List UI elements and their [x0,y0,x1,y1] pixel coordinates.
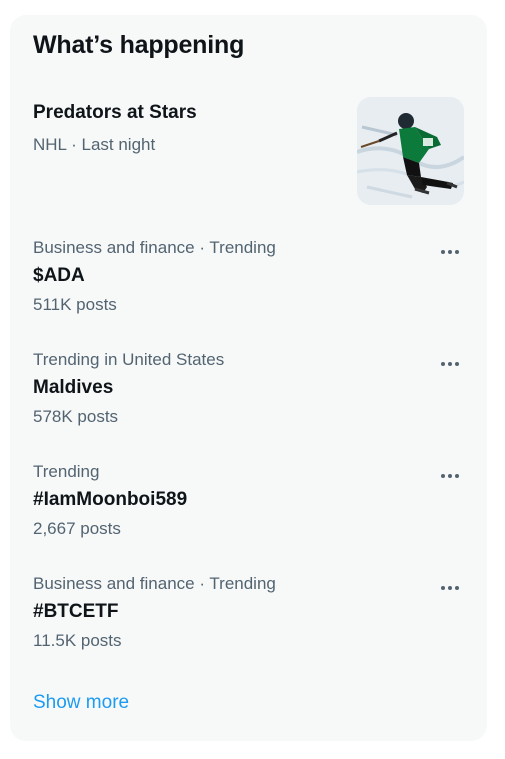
more-options-icon[interactable] [436,464,464,488]
more-options-icon[interactable] [436,240,464,264]
featured-event[interactable]: Predators at Stars NHL · Last night [10,95,487,210]
trend-item[interactable]: Business and finance · Trending #BTCETF … [10,574,487,674]
featured-event-meta: NHL · Last night [33,135,156,154]
trend-context: Trending in United States [33,350,225,369]
whats-happening-panel: What’s happening Predators at Stars NHL … [10,15,487,741]
trend-name: #IamMoonboi589 [33,489,188,510]
trend-item[interactable]: Trending #IamMoonboi589 2,667 posts [10,462,487,562]
show-more-link[interactable]: Show more [33,692,129,714]
trend-context: Business and finance · Trending [33,574,276,593]
trend-name: Maldives [33,377,114,398]
more-options-icon[interactable] [436,576,464,600]
hockey-player-photo[interactable] [357,97,464,205]
trend-name: #BTCETF [33,601,119,622]
featured-event-name: Predators at Stars [33,102,197,123]
more-options-icon[interactable] [436,352,464,376]
trend-context: Business and finance · Trending [33,238,276,257]
trend-item[interactable]: Trending in United States Maldives 578K … [10,350,487,450]
hockey-player-image [357,97,464,205]
trend-post-count: 11.5K posts [33,631,122,650]
panel-title: What’s happening [33,31,245,59]
trend-post-count: 2,667 posts [33,519,121,538]
trend-item[interactable]: Business and finance · Trending $ADA 511… [10,238,487,338]
trend-name: $ADA [33,265,85,286]
trend-post-count: 578K posts [33,407,119,426]
trend-context: Trending [33,462,100,481]
trend-post-count: 511K posts [33,295,117,314]
